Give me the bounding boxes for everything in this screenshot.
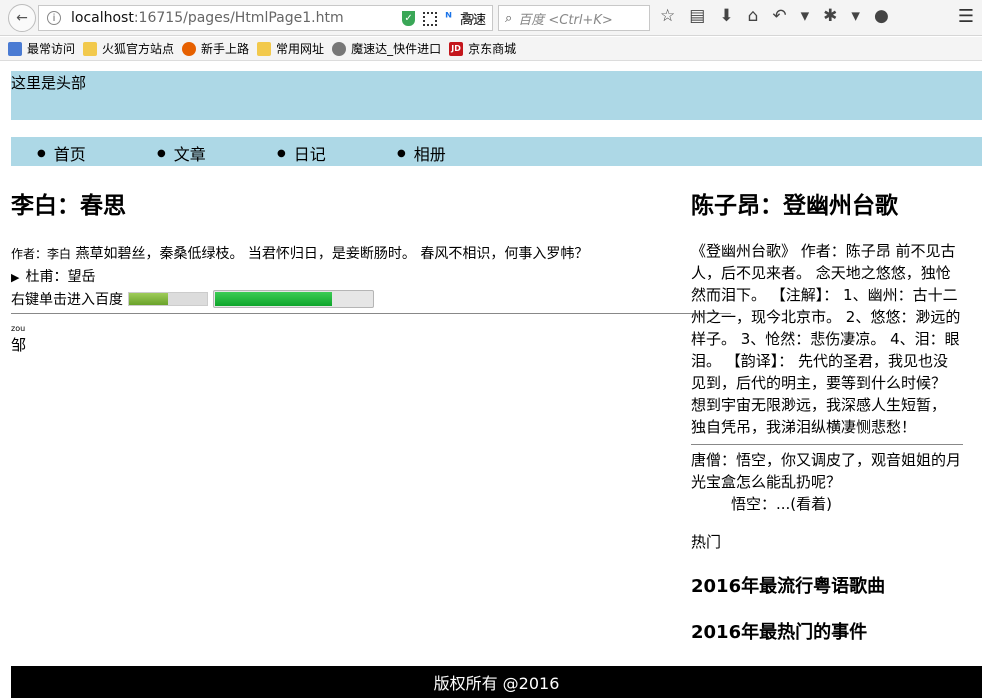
back-button[interactable]: ← xyxy=(8,4,36,32)
page-footer: 版权所有 @2016 xyxy=(11,666,982,698)
folder-icon xyxy=(83,41,98,56)
url-bar[interactable]: i localhost:16715/pages/HtmlPage1.htm ✓ … xyxy=(38,5,493,31)
bookmark-label: 新手上路 xyxy=(201,42,250,56)
bookmark-item[interactable]: 火狐官方站点 xyxy=(83,40,174,57)
bookmarks-bar: 最常访问 火狐官方站点 新手上路 常用网址 魔速达_快件进口 JD 京东商城 xyxy=(0,37,982,61)
bookmark-item[interactable]: 常用网址 xyxy=(257,40,324,57)
bookmark-label: 最常访问 xyxy=(27,42,76,56)
nav-link-articles[interactable]: 文章 xyxy=(174,141,206,165)
search-bar[interactable]: ⌕ 百度 <Ctrl+K> xyxy=(498,5,650,31)
context-menu-line: 右键单击进入百度 xyxy=(11,289,681,309)
hot-item: 2016年最热门的事件 xyxy=(691,622,868,643)
chat-icon[interactable]: ● xyxy=(874,6,889,26)
aside-title: 陈子昂：登幽州台歌 xyxy=(691,193,898,219)
details-toggle[interactable]: ▶ 杜甫：望岳 xyxy=(11,266,681,286)
firefox-icon xyxy=(182,41,197,56)
url-host: localhost xyxy=(71,10,134,26)
bookmark-label: 火狐官方站点 xyxy=(102,42,175,56)
disclosure-triangle-icon[interactable]: ▶ xyxy=(11,271,19,284)
divider xyxy=(11,313,731,314)
reading-list-icon[interactable]: ▤ xyxy=(689,6,705,26)
nav-item-diary: 日记 xyxy=(277,141,397,165)
bookmark-label: 魔速达_快件进口 xyxy=(351,42,442,56)
info-icon[interactable]: i xyxy=(47,11,61,25)
aside-divider xyxy=(691,444,963,445)
bookmark-label: 京东商城 xyxy=(468,42,517,56)
speed-icon[interactable]: ᴺ xyxy=(445,11,452,26)
qr-code-icon[interactable] xyxy=(423,11,438,26)
page-header: 这里是头部 xyxy=(11,71,982,120)
meter-fill xyxy=(129,293,168,305)
folder-icon xyxy=(257,41,272,56)
shield-icon[interactable]: ✓ xyxy=(402,11,416,26)
page-nav: 首页 文章 日记 相册 xyxy=(11,137,982,166)
bookmark-label: 常用网址 xyxy=(276,42,325,56)
nav-item-articles: 文章 xyxy=(157,141,277,165)
bookmark-item[interactable]: JD 京东商城 xyxy=(449,40,516,57)
details-summary: 杜甫：望岳 xyxy=(25,269,96,285)
dialog-reply: 悟空：...(看着) xyxy=(731,495,833,513)
nav-item-home: 首页 xyxy=(37,141,157,165)
globe-icon xyxy=(332,41,347,56)
search-icon: ⌕ xyxy=(505,10,513,26)
ruby-base: 邹 xyxy=(11,336,27,354)
undo-icon[interactable]: ↶ xyxy=(772,6,786,26)
sidebar-article: 陈子昂：登幽州台歌 《登幽州台歌》 作者：陈子昂 前不见古人，后不见来者。 念天… xyxy=(691,186,963,644)
reload-icon[interactable]: ↻ xyxy=(462,8,475,27)
hot-label: 热门 xyxy=(691,533,722,551)
footer-text: 版权所有 @2016 xyxy=(433,674,560,693)
url-path: :16715/pages/HtmlPage1.htm xyxy=(133,10,344,26)
dropdown-arrow-icon[interactable]: ▾ xyxy=(801,6,810,26)
arrow-left-icon: ← xyxy=(16,10,28,26)
extension-icon[interactable]: ✱ xyxy=(823,6,837,26)
dialog-line: 唐僧：悟空，你又调皮了，观音姐姐的月光宝盒怎么能乱扔呢？ xyxy=(691,451,962,491)
home-icon[interactable]: ⌂ xyxy=(748,6,759,26)
nav-item-album: 相册 xyxy=(397,141,517,165)
jd-icon: JD xyxy=(449,41,464,56)
poem-text: 燕草如碧丝，秦桑低绿枝。 当君怀归日，是妾断肠时。 春风不相识，何事入罗帏？ xyxy=(75,246,589,262)
toolbar-icons: ☆ ▤ ⬇ ⌂ ↶ ▾ ✱ ▾ ● xyxy=(660,6,889,26)
main-article: 李白：春思 作者：李白 燕草如碧丝，秦桑低绿枝。 当君怀归日，是妾断肠时。 春风… xyxy=(11,186,681,309)
progress-fill xyxy=(215,292,333,306)
article-title: 李白：春思 xyxy=(11,193,126,219)
bookmark-item[interactable]: 魔速达_快件进口 xyxy=(332,40,441,57)
hamburger-menu-icon[interactable]: ☰ xyxy=(958,6,974,27)
context-menu-text[interactable]: 右键单击进入百度 xyxy=(11,289,123,309)
header-text: 这里是头部 xyxy=(11,74,87,92)
dropdown-arrow-icon[interactable]: ▾ xyxy=(851,6,860,26)
nav-link-album[interactable]: 相册 xyxy=(414,141,446,165)
bookmark-item[interactable]: 新手上路 xyxy=(182,40,249,57)
ruby-pinyin: zou xyxy=(11,324,26,333)
nav-link-home[interactable]: 首页 xyxy=(54,141,86,165)
star-icon xyxy=(8,41,22,56)
bookmark-item[interactable]: 最常访问 xyxy=(8,40,75,57)
meter xyxy=(128,292,208,306)
ruby-annotation: zou 邹 xyxy=(11,324,26,355)
bookmark-star-icon[interactable]: ☆ xyxy=(660,6,675,26)
nav-link-diary[interactable]: 日记 xyxy=(294,141,326,165)
search-placeholder: 百度 <Ctrl+K> xyxy=(518,12,613,28)
aside-article-text: 《登幽州台歌》 作者：陈子昂 前不见古人，后不见来者。 念天地之悠悠，独怆然而泪… xyxy=(691,242,961,436)
poem-author: 作者：李白 xyxy=(11,247,72,261)
progress-bar xyxy=(213,290,374,308)
download-icon[interactable]: ⬇ xyxy=(719,6,733,26)
hot-item: 2016年最流行粤语歌曲 xyxy=(691,576,886,597)
poem-line: 作者：李白 燕草如碧丝，秦桑低绿枝。 当君怀归日，是妾断肠时。 春风不相识，何事… xyxy=(11,243,681,263)
browser-toolbar: ← i localhost:16715/pages/HtmlPage1.htm … xyxy=(0,0,982,36)
